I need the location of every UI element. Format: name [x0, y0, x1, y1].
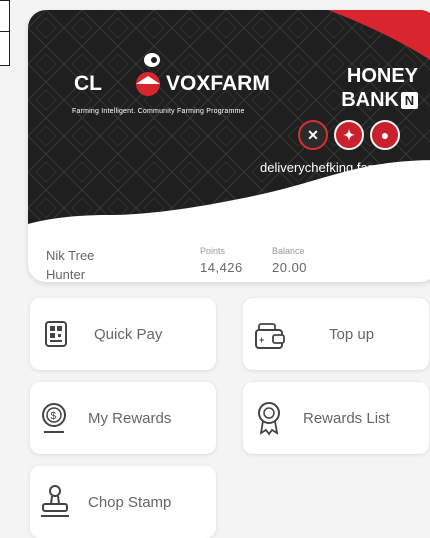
- wallet-topup-icon: +: [255, 323, 285, 349]
- coin-tomato-icon: ●: [370, 120, 400, 150]
- quick-pay-label: Quick Pay: [94, 325, 163, 343]
- window-frame-edge: [0, 0, 10, 66]
- balance-label: Balance: [272, 246, 305, 256]
- bank-name-line1: HONEY: [346, 65, 418, 87]
- top-up-button[interactable]: + Top up: [243, 298, 429, 370]
- rewards-list-button[interactable]: Rewards List: [243, 382, 429, 454]
- reward-coin-icon: $: [42, 403, 66, 433]
- account-info: Nik Tree Hunter Points 14,426 Balance 20…: [28, 236, 430, 282]
- chop-stamp-label: Chop Stamp: [88, 493, 172, 511]
- stamp-icon: [41, 485, 69, 517]
- top-up-label: Top up: [329, 325, 375, 343]
- coin-diamond-icon: ✦: [334, 120, 364, 150]
- member-name-line1: Nik Tree: [46, 248, 95, 263]
- rewards-list-label: Rewards List: [303, 409, 390, 427]
- my-rewards-label: My Rewards: [88, 409, 172, 427]
- quick-pay-button[interactable]: Quick Pay: [30, 298, 216, 370]
- coin-x-icon: ✕: [298, 120, 328, 150]
- card-tagline: Farming Intelligent. Community Farming P…: [72, 108, 245, 115]
- qr-code-icon: [45, 321, 67, 347]
- cloudfarm-logo: CL VOXFARM: [74, 53, 270, 96]
- svg-text:+: +: [259, 335, 264, 345]
- member-name-line2: Hunter: [46, 267, 86, 282]
- balance-value: 20.00: [272, 260, 308, 275]
- membership-card[interactable]: CL VOXFARM Farming Intelligent. Communit…: [28, 10, 430, 282]
- balance-block: Balance 20.00: [272, 246, 307, 275]
- chop-stamp-button[interactable]: Chop Stamp: [30, 466, 216, 538]
- logo-text-left: CL: [74, 72, 102, 95]
- logo-text-right: VOXFARM: [166, 72, 270, 95]
- member-name: Nik Tree Hunter: [46, 246, 94, 282]
- points-block: Points 14,426: [200, 246, 243, 275]
- card-domain: deliverychefking.farm: [260, 160, 383, 175]
- my-rewards-button[interactable]: $ My Rewards: [30, 382, 216, 454]
- svg-text:$: $: [51, 411, 57, 422]
- coin-icons: ✕ ✦ ●: [298, 120, 400, 150]
- bank-badge-icon: N: [401, 92, 418, 110]
- badge-ribbon-icon: [258, 402, 280, 436]
- bank-name: HONEY BANK N: [308, 64, 418, 112]
- points-value: 14,426: [200, 260, 243, 275]
- bank-name-line2: BANK: [341, 89, 399, 111]
- points-label: Points: [200, 246, 226, 256]
